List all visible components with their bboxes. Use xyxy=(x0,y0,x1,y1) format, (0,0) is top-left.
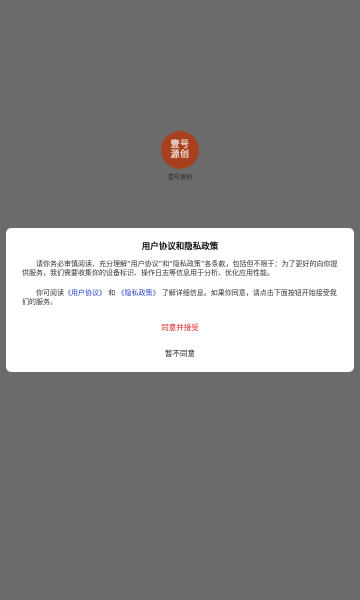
logo-text-line2: 源创 xyxy=(170,150,190,160)
paragraph-2-prefix: 你可阅读 xyxy=(36,289,64,297)
user-agreement-link[interactable]: 《用户协议》 xyxy=(64,289,106,297)
dialog-title: 用户协议和隐私政策 xyxy=(141,242,219,252)
privacy-dialog: 用户协议和隐私政策 请你务必审慎阅读、充分理解“用户协议”和“隐私政策”各条款，… xyxy=(6,228,354,372)
app-name: 壹号源创 xyxy=(167,174,192,181)
dialog-paragraph-2: 你可阅读《用户协议》 和 《隐私政策》 了解详细信息。如果你同意，请点击下面按钮… xyxy=(22,289,342,307)
agree-button[interactable]: 同意并接受 xyxy=(6,320,354,336)
app-logo: 壹号 源创 xyxy=(161,131,199,169)
privacy-policy-link[interactable]: 《隐私政策》 xyxy=(117,289,159,297)
logo-text-line1: 壹号 xyxy=(170,140,190,150)
disagree-button[interactable]: 暂不同意 xyxy=(6,346,354,362)
paragraph-2-and: 和 xyxy=(108,289,116,297)
dialog-paragraph-1: 请你务必审慎阅读、充分理解“用户协议”和“隐私政策”各条款，包括但不限于：为了更… xyxy=(22,260,338,277)
